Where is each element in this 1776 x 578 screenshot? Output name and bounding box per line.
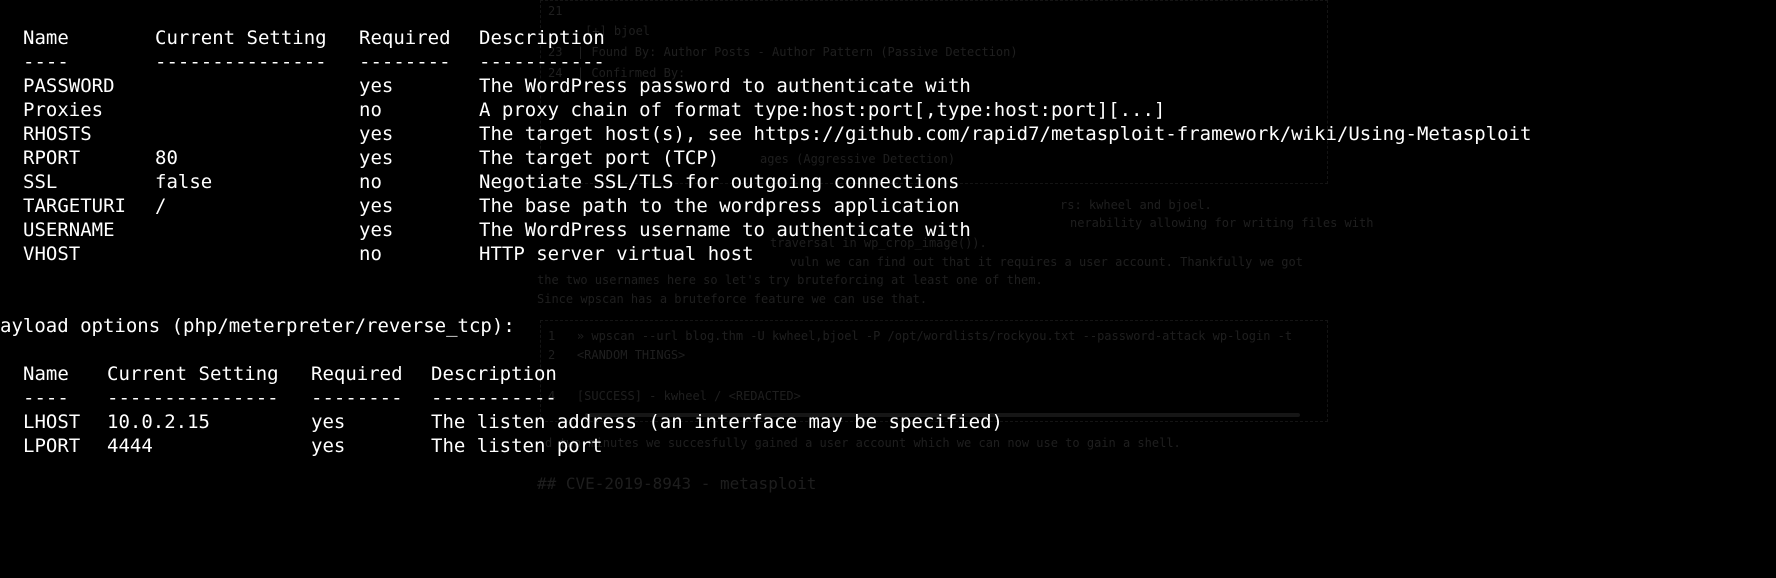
header-current-setting: Current Setting	[155, 27, 327, 49]
table-underline-row: ---- --------------- -------- ----------…	[0, 386, 557, 410]
option-name: RHOSTS	[23, 123, 92, 145]
header-name: Name	[23, 363, 69, 385]
payload-options-title: ayload options (php/meterpreter/reverse_…	[0, 315, 515, 337]
option-name: USERNAME	[23, 219, 115, 241]
option-description: The target port (TCP)	[479, 147, 720, 169]
option-description: The listen port	[431, 435, 603, 457]
option-setting: 80	[155, 147, 178, 169]
option-required: no	[359, 171, 382, 193]
underline: ----	[23, 51, 69, 73]
option-description: The target host(s), see https://github.c…	[479, 123, 1532, 145]
header-required: Required	[311, 363, 403, 385]
table-underline-row: ---- --------------- -------- ----------…	[0, 50, 605, 74]
option-setting: false	[155, 171, 213, 193]
option-name: LHOST	[23, 411, 81, 433]
option-description: The listen address (an interface may be …	[431, 411, 1003, 433]
option-name: PASSWORD	[23, 75, 115, 97]
table-row: PASSWORD yes The WordPress password to a…	[0, 74, 971, 98]
option-name: VHOST	[23, 243, 81, 265]
option-name: Proxies	[23, 99, 104, 121]
option-name: LPORT	[23, 435, 81, 457]
header-description: Description	[479, 27, 605, 49]
option-setting: /	[155, 195, 167, 217]
table-row: Proxies no A proxy chain of format type:…	[0, 98, 1165, 122]
table-header-row: Name Current Setting Required Descriptio…	[0, 26, 605, 50]
option-setting: 4444	[107, 435, 153, 457]
terminal-output: Name Current Setting Required Descriptio…	[0, 0, 1776, 491]
underline: ---------------	[107, 387, 279, 409]
option-required: yes	[359, 219, 394, 241]
option-required: yes	[359, 147, 394, 169]
table-header-row: Name Current Setting Required Descriptio…	[0, 362, 557, 386]
underline: ----	[23, 387, 69, 409]
option-description: A proxy chain of format type:host:port[,…	[479, 99, 1166, 121]
header-description: Description	[431, 363, 557, 385]
underline: -----------	[479, 51, 605, 73]
option-required: yes	[359, 195, 394, 217]
header-required: Required	[359, 27, 451, 49]
table-row: RHOSTS yes The target host(s), see https…	[0, 122, 1531, 146]
table-row: TARGETURI / yes The base path to the wor…	[0, 194, 959, 218]
option-description: HTTP server virtual host	[479, 243, 754, 265]
table-row: USERNAME yes The WordPress username to a…	[0, 218, 971, 242]
option-setting: 10.0.2.15	[107, 411, 210, 433]
option-required: no	[359, 99, 382, 121]
header-current-setting: Current Setting	[107, 363, 279, 385]
option-description: The base path to the wordpress applicati…	[479, 195, 960, 217]
underline: -----------	[431, 387, 557, 409]
option-description: The WordPress password to authenticate w…	[479, 75, 971, 97]
header-name: Name	[23, 27, 69, 49]
option-name: SSL	[23, 171, 58, 193]
underline: --------	[359, 51, 451, 73]
table-row: VHOST no HTTP server virtual host	[0, 242, 754, 266]
table-row: LPORT 4444 yes The listen port	[0, 434, 603, 458]
underline: --------	[311, 387, 403, 409]
option-required: yes	[359, 75, 394, 97]
table-row: LHOST 10.0.2.15 yes The listen address (…	[0, 410, 1003, 434]
table-row: SSL false no Negotiate SSL/TLS for outgo…	[0, 170, 959, 194]
option-name: RPORT	[23, 147, 81, 169]
option-required: yes	[311, 411, 346, 433]
option-required: yes	[311, 435, 346, 457]
option-description: Negotiate SSL/TLS for outgoing connectio…	[479, 171, 960, 193]
option-name: TARGETURI	[23, 195, 126, 217]
option-description: The WordPress username to authenticate w…	[479, 219, 971, 241]
option-required: no	[359, 243, 382, 265]
underline: ---------------	[155, 51, 327, 73]
table-row: RPORT 80 yes The target port (TCP)	[0, 146, 719, 170]
option-required: yes	[359, 123, 394, 145]
